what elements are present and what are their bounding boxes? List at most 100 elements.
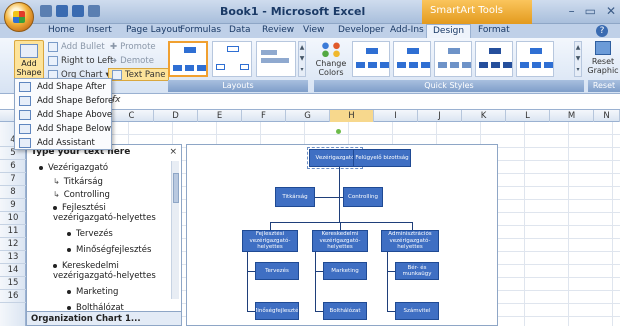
title-bar: Book1 - Microsoft Excel SmartArt Tools –…	[0, 0, 620, 24]
quick-style-3[interactable]	[434, 41, 472, 77]
arrow-icon: ↳	[53, 190, 60, 199]
add-shape-button[interactable]: Add Shape	[14, 40, 44, 80]
list-item[interactable]: Minőségfejlesztés	[67, 245, 151, 255]
tab-view[interactable]: View	[303, 25, 324, 35]
reset-graphic-button[interactable]: Reset Graphic	[586, 41, 620, 79]
row-header[interactable]: 9	[0, 199, 26, 212]
org-node-unit[interactable]: Minőségfejlesztés	[255, 302, 299, 320]
row-header[interactable]: 8	[0, 186, 26, 199]
smartart-canvas[interactable]: Vezérigazgató Felügyelő bizottság Titkár…	[186, 129, 498, 326]
layout-option-2[interactable]	[212, 41, 252, 77]
tab-data[interactable]: Data	[229, 25, 251, 35]
layout-option-3[interactable]	[256, 41, 296, 77]
column-header[interactable]: J	[418, 110, 462, 122]
org-node-deputy-administration[interactable]: Adminisztrációs vezérigazgató-helyettes	[381, 230, 439, 252]
add-bullet-button[interactable]: Add Bullet	[48, 40, 105, 53]
layout-option-1[interactable]	[168, 41, 208, 77]
column-header[interactable]: K	[462, 110, 506, 122]
undo-icon[interactable]	[56, 5, 68, 17]
list-item[interactable]: Fejlesztési vezérigazgató-helyettes	[53, 203, 165, 223]
column-header[interactable]: E	[198, 110, 242, 122]
rotation-handle[interactable]	[336, 129, 341, 134]
row-header[interactable]: 16	[0, 290, 26, 303]
org-node-deputy-development[interactable]: Fejlesztési vezérigazgató-helyettes	[242, 230, 298, 252]
list-item[interactable]: Tervezés	[67, 229, 113, 239]
redo-icon[interactable]	[72, 5, 84, 17]
chart-icon[interactable]	[88, 5, 100, 17]
org-node-controlling[interactable]: Controlling	[343, 187, 383, 207]
list-item[interactable]: Marketing	[67, 287, 118, 297]
text-pane-icon	[112, 69, 122, 80]
restore-button[interactable]: ▭	[585, 4, 596, 18]
quick-style-1[interactable]	[352, 41, 390, 77]
text-pane-scrollbar[interactable]	[171, 161, 179, 299]
text-pane-footer[interactable]: Organization Chart 1...	[27, 311, 181, 325]
list-item[interactable]: ↳ Titkárság	[53, 177, 103, 187]
quick-style-5[interactable]	[516, 41, 554, 77]
quick-style-2[interactable]	[393, 41, 431, 77]
row-header[interactable]: 6	[0, 160, 26, 173]
list-item[interactable]: Kereskedelmi vezérigazgató-helyettes	[53, 261, 165, 281]
row-header[interactable]: 13	[0, 251, 26, 264]
ribbon-tabs: Home Insert Page Layout Formulas Data Re…	[0, 24, 620, 38]
text-pane-button[interactable]: Text Pane	[108, 68, 170, 81]
list-item[interactable]: ↳ Controlling	[53, 190, 110, 200]
org-node-unit[interactable]: Számvitel	[395, 302, 439, 320]
row-headers: 4 5 6 7 8 9 10 11 12 13 14 15 16	[0, 122, 26, 326]
menu-item-add-shape-after[interactable]: Add Shape After	[15, 80, 111, 94]
quick-styles-gallery-scroll[interactable]: ▲ ▼ ▾	[574, 41, 582, 77]
minimize-button[interactable]: –	[569, 4, 575, 18]
row-header[interactable]: 15	[0, 277, 26, 290]
menu-item-add-shape-above[interactable]: Add Shape Above	[15, 108, 112, 122]
help-icon[interactable]: ?	[596, 25, 608, 37]
layouts-gallery-scroll[interactable]: ▲ ▼ ▾	[298, 41, 306, 77]
scrollbar-thumb[interactable]	[173, 173, 179, 203]
tab-developer[interactable]: Developer	[338, 25, 384, 35]
menu-item-add-shape-before[interactable]: Add Shape Before	[15, 94, 113, 108]
column-header[interactable]: F	[242, 110, 286, 122]
right-to-left-button[interactable]: Right to Left	[48, 54, 113, 67]
column-header[interactable]: I	[374, 110, 418, 122]
row-header[interactable]: 7	[0, 173, 26, 186]
quick-style-4[interactable]	[475, 41, 513, 77]
menu-item-add-shape-below[interactable]: Add Shape Below	[15, 122, 111, 136]
office-button[interactable]	[4, 2, 34, 32]
column-header[interactable]: D	[154, 110, 198, 122]
tab-format[interactable]: Format	[478, 25, 510, 35]
menu-item-add-assistant[interactable]: Add Assistant	[15, 136, 111, 150]
column-header[interactable]: N	[594, 110, 620, 122]
window-controls: – ▭ ✕	[569, 4, 616, 18]
reset-group-label: Reset	[588, 80, 620, 92]
org-node-unit[interactable]: Marketing	[323, 262, 367, 280]
tab-add-ins[interactable]: Add-Ins	[390, 25, 424, 35]
column-header[interactable]: H	[330, 110, 374, 122]
column-header[interactable]: L	[506, 110, 550, 122]
connector-line	[315, 311, 323, 312]
save-icon[interactable]	[40, 5, 52, 17]
org-node-board[interactable]: Felügyelő bizottság	[353, 149, 411, 167]
change-colors-button[interactable]: Change Colors	[314, 41, 348, 79]
org-node-unit[interactable]: Tervezés	[255, 262, 299, 280]
tab-formulas[interactable]: Formulas	[180, 25, 221, 35]
row-header[interactable]: 10	[0, 212, 26, 225]
tab-page-layout[interactable]: Page Layout	[126, 25, 181, 35]
row-header[interactable]: 11	[0, 225, 26, 238]
row-header[interactable]: 12	[0, 238, 26, 251]
row-header[interactable]: 14	[0, 264, 26, 277]
promote-button[interactable]: ✚ Promote	[110, 40, 156, 53]
tab-review[interactable]: Review	[262, 25, 294, 35]
org-node-unit[interactable]: Bolthálózat	[323, 302, 367, 320]
demote-button[interactable]: ➜ Demote	[110, 54, 154, 67]
org-node-deputy-commercial[interactable]: Kereskedelmi vezérigazgató-helyettes	[312, 230, 368, 252]
column-header[interactable]: M	[550, 110, 594, 122]
close-icon[interactable]: ×	[169, 147, 177, 157]
column-header[interactable]: G	[286, 110, 330, 122]
tab-insert[interactable]: Insert	[86, 25, 112, 35]
tab-design[interactable]: Design	[426, 24, 472, 38]
org-node-unit[interactable]: Bér- és munkaügy	[395, 262, 439, 280]
org-node-secretariat[interactable]: Titkárság	[275, 187, 315, 207]
column-header[interactable]: C	[110, 110, 154, 122]
tab-home[interactable]: Home	[48, 25, 75, 35]
close-button[interactable]: ✕	[606, 4, 616, 18]
list-item[interactable]: Vezérigazgató	[39, 163, 108, 173]
